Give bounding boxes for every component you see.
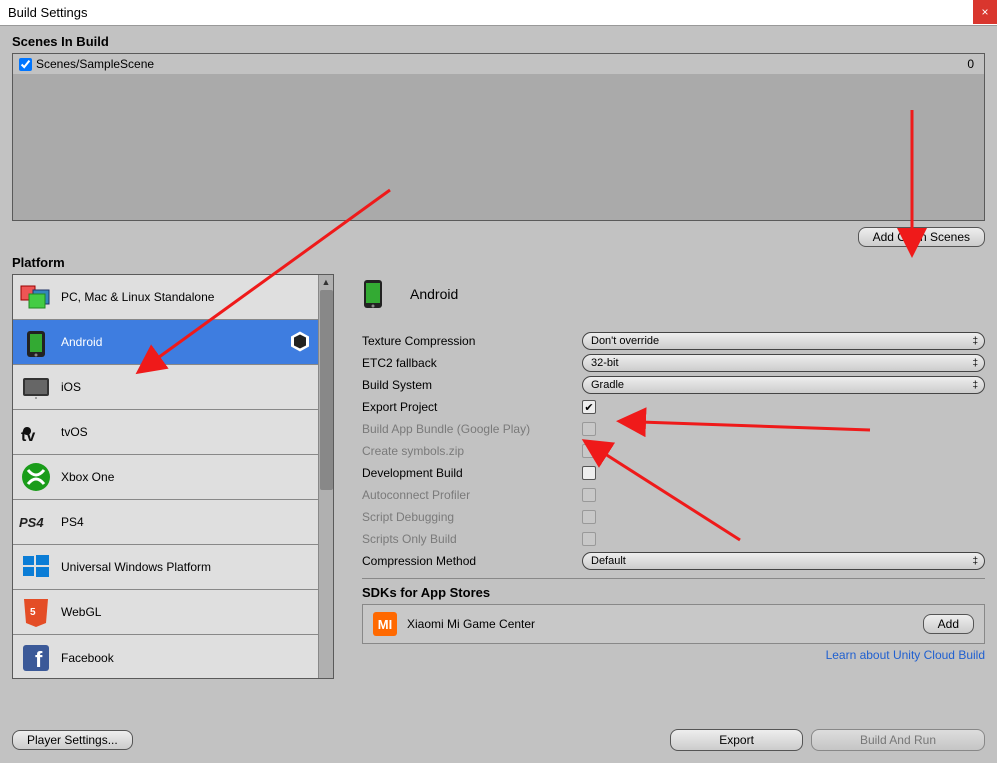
window-title: Build Settings — [8, 5, 88, 20]
ios-icon — [19, 370, 53, 404]
build-system-dropdown[interactable]: Gradle — [582, 376, 985, 394]
sdk-item-label: Xiaomi Mi Game Center — [407, 617, 535, 631]
scenes-list: Scenes/SampleScene 0 — [12, 53, 985, 221]
platform-item-xboxone[interactable]: Xbox One — [13, 455, 333, 500]
symbols-label: Create symbols.zip — [362, 444, 582, 458]
export-project-checkbox[interactable] — [582, 400, 596, 414]
platform-item-ps4[interactable]: PS4 PS4 — [13, 500, 333, 545]
titlebar: Build Settings — [0, 0, 997, 26]
platform-label: WebGL — [61, 605, 101, 619]
platform-label: Android — [61, 335, 102, 349]
platform-item-ios[interactable]: iOS — [13, 365, 333, 410]
scene-checkbox[interactable] — [19, 58, 32, 71]
scroll-thumb[interactable] — [320, 290, 333, 490]
tvos-icon: tv — [19, 415, 53, 449]
script-debug-checkbox — [582, 510, 596, 524]
dev-build-checkbox[interactable] — [582, 466, 596, 480]
platform-item-standalone[interactable]: PC, Mac & Linux Standalone — [13, 275, 333, 320]
autoconnect-label: Autoconnect Profiler — [362, 488, 582, 502]
svg-text:5: 5 — [30, 607, 36, 618]
scene-index: 0 — [967, 57, 978, 71]
platform-header: Android — [362, 274, 985, 314]
standalone-icon — [19, 280, 53, 314]
sdk-add-button[interactable]: Add — [923, 614, 974, 634]
add-open-scenes-button[interactable]: Add Open Scenes — [858, 227, 985, 247]
webgl-icon: 5 — [19, 595, 53, 629]
symbols-checkbox — [582, 444, 596, 458]
app-bundle-checkbox — [582, 422, 596, 436]
close-icon: × — [981, 5, 988, 19]
platform-label: PC, Mac & Linux Standalone — [61, 290, 214, 304]
close-button[interactable]: × — [973, 0, 997, 24]
platform-list: PC, Mac & Linux Standalone Android iOS — [12, 274, 334, 679]
xbox-icon — [19, 460, 53, 494]
svg-text:PS4: PS4 — [19, 515, 44, 530]
compression-dropdown[interactable]: Default — [582, 552, 985, 570]
texture-compression-label: Texture Compression — [362, 334, 582, 348]
svg-text:tv: tv — [21, 428, 35, 445]
android-icon — [19, 325, 53, 359]
texture-compression-dropdown[interactable]: Don't override — [582, 332, 985, 350]
platform-label: iOS — [61, 380, 81, 394]
unity-badge-icon — [289, 330, 311, 355]
etc2-label: ETC2 fallback — [362, 356, 582, 370]
cloud-build-link[interactable]: Learn about Unity Cloud Build — [362, 648, 985, 662]
platform-item-tvos[interactable]: tv tvOS — [13, 410, 333, 455]
platform-item-webgl[interactable]: 5 WebGL — [13, 590, 333, 635]
platform-section-label: Platform — [0, 247, 997, 274]
sdk-header: SDKs for App Stores — [362, 578, 985, 604]
platform-item-facebook[interactable]: f Facebook — [13, 635, 333, 680]
app-bundle-label: Build App Bundle (Google Play) — [362, 422, 582, 436]
scene-name: Scenes/SampleScene — [36, 57, 154, 71]
build-system-label: Build System — [362, 378, 582, 392]
windows-icon — [19, 550, 53, 584]
platform-label: tvOS — [61, 425, 88, 439]
platform-label: Universal Windows Platform — [61, 560, 211, 574]
xiaomi-icon: MI — [373, 612, 397, 636]
facebook-icon: f — [19, 641, 53, 675]
platform-scrollbar[interactable]: ▲ — [318, 275, 333, 678]
scripts-only-label: Scripts Only Build — [362, 532, 582, 546]
scroll-up-icon[interactable]: ▲ — [319, 275, 333, 289]
platform-title: Android — [410, 286, 458, 302]
scripts-only-checkbox — [582, 532, 596, 546]
compression-label: Compression Method — [362, 554, 582, 568]
build-and-run-button: Build And Run — [811, 729, 985, 751]
dev-build-label: Development Build — [362, 466, 582, 480]
scene-row[interactable]: Scenes/SampleScene 0 — [13, 54, 984, 74]
etc2-dropdown[interactable]: 32-bit — [582, 354, 985, 372]
platform-label: Xbox One — [61, 470, 114, 484]
player-settings-button[interactable]: Player Settings... — [12, 730, 133, 750]
export-button[interactable]: Export — [670, 729, 803, 751]
platform-label: Facebook — [61, 651, 114, 665]
android-icon — [362, 278, 390, 310]
scenes-section-label: Scenes In Build — [0, 26, 997, 53]
export-project-label: Export Project — [362, 400, 582, 414]
svg-text:f: f — [35, 647, 43, 672]
sdk-row: MI Xiaomi Mi Game Center Add — [362, 604, 985, 644]
ps4-icon: PS4 — [19, 505, 53, 539]
autoconnect-checkbox — [582, 488, 596, 502]
platform-item-android[interactable]: Android — [13, 320, 333, 365]
script-debug-label: Script Debugging — [362, 510, 582, 524]
platform-item-uwp[interactable]: Universal Windows Platform — [13, 545, 333, 590]
platform-label: PS4 — [61, 515, 84, 529]
